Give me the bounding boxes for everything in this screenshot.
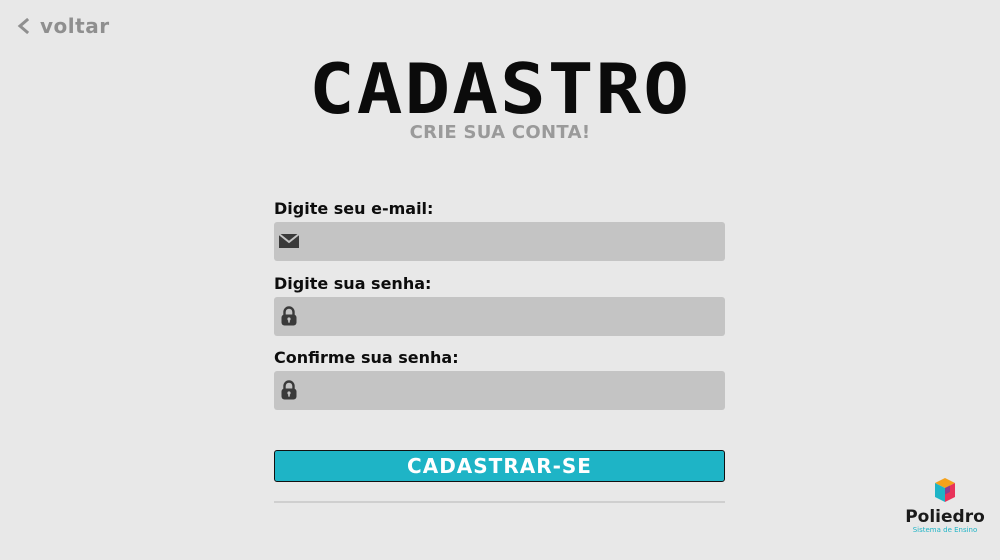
divider [274,501,725,503]
password-label: Digite sua senha: [274,274,432,293]
brand-name: Poliedro [905,507,985,527]
lock-icon [281,306,297,326]
envelope-icon [279,233,299,248]
back-link-label: voltar [40,14,110,38]
back-link[interactable]: voltar [16,14,110,38]
signup-button[interactable]: CADASTRAR-SE [274,450,725,482]
chevron-left-icon [17,18,30,34]
confirm-password-field-container[interactable] [274,371,725,410]
password-group: Digite sua senha: [274,273,725,336]
confirm-password-field[interactable] [306,371,716,410]
email-group: Digite seu e-mail: [274,198,725,261]
poliedro-logo: Poliedro Sistema de Ensino [900,476,990,540]
poliedro-cube-icon [935,478,955,502]
password-field[interactable] [306,297,716,336]
brand-tagline: Sistema de Ensino [912,526,978,534]
page-title: CADASTRO [308,47,692,130]
email-label: Digite seu e-mail: [274,199,434,218]
page-subtitle: CRIE SUA CONTA! [409,122,591,143]
confirm-password-group: Confirme sua senha: [274,347,725,410]
password-field-container[interactable] [274,297,725,336]
lock-icon [281,380,297,400]
email-field[interactable] [306,222,716,261]
email-field-container[interactable] [274,222,725,261]
confirm-password-label: Confirme sua senha: [274,348,459,367]
